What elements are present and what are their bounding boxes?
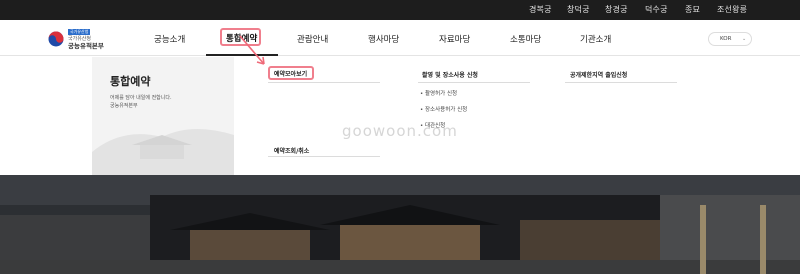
main-header: 국가유산청 국가유산청 궁능유적본부 궁능소개 통합예약 관람안내 행사마당 자… [0, 20, 800, 56]
top-link-changgyeonggung[interactable]: 창경궁 [605, 4, 628, 15]
menu-divider [565, 82, 677, 83]
top-link-deoksugung[interactable]: 덕수궁 [645, 4, 668, 15]
menu-restricted-area[interactable]: 공개제한지역 출입신청 [570, 70, 627, 79]
top-link-changdeokgung[interactable]: 창덕궁 [567, 4, 590, 15]
nav-item-organization[interactable]: 기관소개 [580, 33, 611, 45]
site-logo[interactable]: 국가유산청 국가유산청 궁능유적본부 [48, 28, 110, 50]
nav-item-community[interactable]: 소통마당 [510, 33, 541, 45]
menu-sub-label: 촬영허가 신청 [425, 91, 458, 97]
menu-filming-venue[interactable]: 촬영 및 장소사용 신청 [422, 70, 478, 79]
menu-reservation-lookup[interactable]: 예약조회/취소 [274, 146, 309, 155]
logo-badge: 국가유산청 [68, 29, 91, 35]
taegeuk-emblem-icon [48, 31, 64, 47]
palace-night-photo [0, 175, 800, 274]
panel-title: 통합예약 [110, 75, 151, 88]
menu-sub-filming-permit[interactable]: • 촬영허가 신청 [420, 89, 457, 97]
logo-line2: 궁능유적본부 [68, 42, 104, 50]
guide-arrow-icon [239, 35, 265, 65]
panel-desc-line1: 어제를 담아 내일에 전합니다. [110, 95, 172, 101]
top-link-jongmyo[interactable]: 종묘 [685, 4, 700, 15]
menu-divider [418, 82, 530, 83]
palace-photo-illustration [0, 175, 800, 274]
language-selected: KOR [720, 36, 732, 42]
top-link-royal-tombs[interactable]: 조선왕릉 [717, 4, 747, 15]
nav-item-visit-info[interactable]: 관람안내 [297, 33, 328, 45]
menu-sub-venue-permit[interactable]: • 장소사용허가 신청 [420, 105, 467, 113]
nav-item-events[interactable]: 행사마당 [368, 33, 399, 45]
language-select[interactable]: KOR ⌄ [708, 32, 752, 46]
top-site-bar: 경복궁 창덕궁 창경궁 덕수궁 종묘 조선왕릉 [0, 0, 800, 20]
panel-desc-line2: 궁능유적본부 [110, 103, 138, 109]
nav-item-about[interactable]: 궁능소개 [154, 33, 185, 45]
chevron-down-icon: ⌄ [742, 36, 747, 42]
nav-item-resources[interactable]: 자료마당 [439, 33, 470, 45]
watermark-text: goowoon.com [342, 122, 458, 140]
menu-divider [268, 82, 380, 83]
menu-sub-label: 장소사용허가 신청 [425, 107, 468, 113]
mega-menu-intro-panel: 통합예약 어제를 담아 내일에 전합니다. 궁능유적본부 [92, 57, 234, 175]
top-link-gyeongbokgung[interactable]: 경복궁 [529, 4, 552, 15]
menu-divider [268, 156, 380, 157]
